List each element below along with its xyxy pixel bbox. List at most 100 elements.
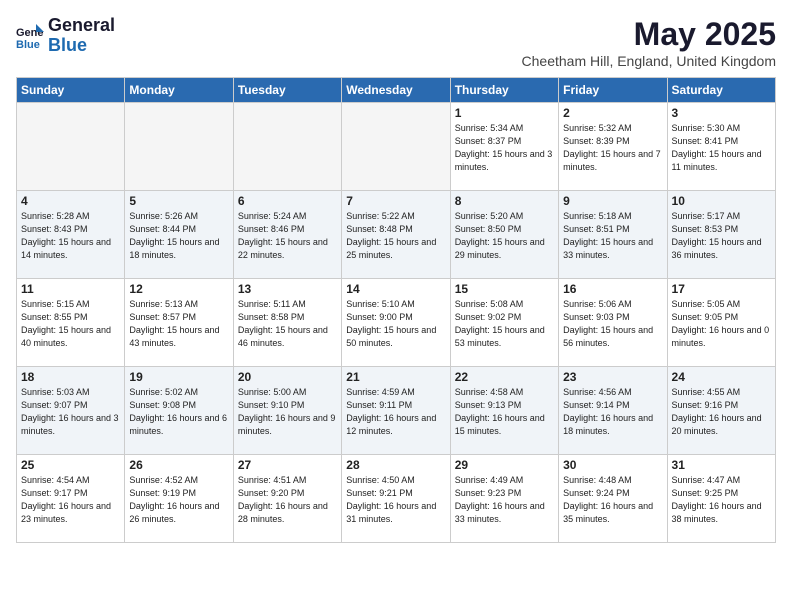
- day-number: 24: [672, 370, 771, 384]
- day-number: 13: [238, 282, 337, 296]
- calendar-day: 12 Sunrise: 5:13 AM Sunset: 8:57 PM Dayli…: [125, 279, 233, 367]
- day-info: Sunrise: 5:26 AM Sunset: 8:44 PM Dayligh…: [129, 210, 228, 262]
- day-info: Sunrise: 5:24 AM Sunset: 8:46 PM Dayligh…: [238, 210, 337, 262]
- calendar-day: 28Sunrise: 4:50 AM Sunset: 9:21 PM Dayli…: [342, 455, 450, 543]
- day-info: Sunrise: 5:06 AM Sunset: 9:03 PM Dayligh…: [563, 298, 662, 350]
- calendar-day: 23 Sunrise: 4:56 AM Sunset: 9:14 PM Dayli…: [559, 367, 667, 455]
- calendar-day: 13 Sunrise: 5:11 AM Sunset: 8:58 PM Dayli…: [233, 279, 341, 367]
- weekday-header: Thursday: [450, 78, 558, 103]
- calendar-day: 8 Sunrise: 5:20 AM Sunset: 8:50 PM Daylig…: [450, 191, 558, 279]
- day-info: Sunrise: 4:52 AM Sunset: 9:19 PM Dayligh…: [129, 474, 228, 526]
- calendar-day: 18Sunrise: 5:03 AM Sunset: 9:07 PM Dayli…: [17, 367, 125, 455]
- calendar-week-row: 1 Sunrise: 5:34 AM Sunset: 8:37 PM Daylig…: [17, 103, 776, 191]
- calendar-day: 9Sunrise: 5:18 AM Sunset: 8:51 PM Daylig…: [559, 191, 667, 279]
- day-info: Sunrise: 4:49 AM Sunset: 9:23 PM Dayligh…: [455, 474, 554, 526]
- day-info: Sunrise: 5:22 AM Sunset: 8:48 PM Dayligh…: [346, 210, 445, 262]
- day-info: Sunrise: 5:30 AM Sunset: 8:41 PM Dayligh…: [672, 122, 771, 174]
- day-info: Sunrise: 5:05 AM Sunset: 9:05 PM Dayligh…: [672, 298, 771, 350]
- day-number: 23: [563, 370, 662, 384]
- day-info: Sunrise: 4:48 AM Sunset: 9:24 PM Dayligh…: [563, 474, 662, 526]
- day-info: Sunrise: 5:10 AM Sunset: 9:00 PM Dayligh…: [346, 298, 445, 350]
- weekday-header: Tuesday: [233, 78, 341, 103]
- day-number: 25: [21, 458, 120, 472]
- calendar-week-row: 25Sunrise: 4:54 AM Sunset: 9:17 PM Dayli…: [17, 455, 776, 543]
- day-info: Sunrise: 5:32 AM Sunset: 8:39 PM Dayligh…: [563, 122, 662, 174]
- day-info: Sunrise: 5:20 AM Sunset: 8:50 PM Dayligh…: [455, 210, 554, 262]
- day-number: 21: [346, 370, 445, 384]
- calendar-day: [125, 103, 233, 191]
- weekday-header-row: SundayMondayTuesdayWednesdayThursdayFrid…: [17, 78, 776, 103]
- day-number: 16: [563, 282, 662, 296]
- month-title: May 2025: [522, 16, 776, 53]
- day-number: 11: [21, 282, 120, 296]
- day-number: 19: [129, 370, 228, 384]
- calendar-day: 16 Sunrise: 5:06 AM Sunset: 9:03 PM Dayli…: [559, 279, 667, 367]
- day-number: 7: [346, 194, 445, 208]
- calendar-day: 3 Sunrise: 5:30 AM Sunset: 8:41 PM Daylig…: [667, 103, 775, 191]
- calendar-day: 25Sunrise: 4:54 AM Sunset: 9:17 PM Dayli…: [17, 455, 125, 543]
- day-info: Sunrise: 5:11 AM Sunset: 8:58 PM Dayligh…: [238, 298, 337, 350]
- calendar-day: 15 Sunrise: 5:08 AM Sunset: 9:02 PM Dayli…: [450, 279, 558, 367]
- calendar-day: 4Sunrise: 5:28 AM Sunset: 8:43 PM Daylig…: [17, 191, 125, 279]
- weekday-header: Sunday: [17, 78, 125, 103]
- page-header: General Blue General Blue May 2025 Cheet…: [16, 16, 776, 69]
- calendar-day: 11 Sunrise: 5:15 AM Sunset: 8:55 PM Dayli…: [17, 279, 125, 367]
- day-info: Sunrise: 5:13 AM Sunset: 8:57 PM Dayligh…: [129, 298, 228, 350]
- day-info: Sunrise: 5:28 AM Sunset: 8:43 PM Dayligh…: [21, 210, 120, 262]
- calendar-day: 24 Sunrise: 4:55 AM Sunset: 9:16 PM Dayli…: [667, 367, 775, 455]
- day-info: Sunrise: 4:55 AM Sunset: 9:16 PM Dayligh…: [672, 386, 771, 438]
- day-info: Sunrise: 5:03 AM Sunset: 9:07 PM Dayligh…: [21, 386, 120, 438]
- day-number: 12: [129, 282, 228, 296]
- day-number: 26: [129, 458, 228, 472]
- day-number: 9: [563, 194, 662, 208]
- day-info: Sunrise: 5:00 AM Sunset: 9:10 PM Dayligh…: [238, 386, 337, 438]
- weekday-header: Monday: [125, 78, 233, 103]
- calendar-day: 31Sunrise: 4:47 AM Sunset: 9:25 PM Dayli…: [667, 455, 775, 543]
- day-info: Sunrise: 5:17 AM Sunset: 8:53 PM Dayligh…: [672, 210, 771, 262]
- calendar-day: [17, 103, 125, 191]
- day-number: 6: [238, 194, 337, 208]
- calendar: SundayMondayTuesdayWednesdayThursdayFrid…: [16, 77, 776, 543]
- day-info: Sunrise: 5:34 AM Sunset: 8:37 PM Dayligh…: [455, 122, 554, 174]
- location: Cheetham Hill, England, United Kingdom: [522, 53, 776, 69]
- calendar-day: 17 Sunrise: 5:05 AM Sunset: 9:05 PM Dayli…: [667, 279, 775, 367]
- calendar-day: 7 Sunrise: 5:22 AM Sunset: 8:48 PM Daylig…: [342, 191, 450, 279]
- calendar-day: 21 Sunrise: 4:59 AM Sunset: 9:11 PM Dayli…: [342, 367, 450, 455]
- day-number: 15: [455, 282, 554, 296]
- title-block: May 2025 Cheetham Hill, England, United …: [522, 16, 776, 69]
- logo-icon: General Blue: [16, 22, 44, 50]
- calendar-day: 5 Sunrise: 5:26 AM Sunset: 8:44 PM Daylig…: [125, 191, 233, 279]
- day-info: Sunrise: 4:56 AM Sunset: 9:14 PM Dayligh…: [563, 386, 662, 438]
- day-info: Sunrise: 5:02 AM Sunset: 9:08 PM Dayligh…: [129, 386, 228, 438]
- day-number: 17: [672, 282, 771, 296]
- calendar-day: [342, 103, 450, 191]
- calendar-day: 27 Sunrise: 4:51 AM Sunset: 9:20 PM Dayli…: [233, 455, 341, 543]
- calendar-day: 14Sunrise: 5:10 AM Sunset: 9:00 PM Dayli…: [342, 279, 450, 367]
- day-number: 27: [238, 458, 337, 472]
- day-number: 30: [563, 458, 662, 472]
- calendar-week-row: 18Sunrise: 5:03 AM Sunset: 9:07 PM Dayli…: [17, 367, 776, 455]
- day-info: Sunrise: 4:59 AM Sunset: 9:11 PM Dayligh…: [346, 386, 445, 438]
- calendar-day: 20 Sunrise: 5:00 AM Sunset: 9:10 PM Dayli…: [233, 367, 341, 455]
- logo: General Blue General Blue: [16, 16, 115, 56]
- calendar-day: 22 Sunrise: 4:58 AM Sunset: 9:13 PM Dayli…: [450, 367, 558, 455]
- day-number: 5: [129, 194, 228, 208]
- day-number: 29: [455, 458, 554, 472]
- day-number: 8: [455, 194, 554, 208]
- calendar-day: 29 Sunrise: 4:49 AM Sunset: 9:23 PM Dayli…: [450, 455, 558, 543]
- day-number: 20: [238, 370, 337, 384]
- day-info: Sunrise: 4:51 AM Sunset: 9:20 PM Dayligh…: [238, 474, 337, 526]
- day-info: Sunrise: 4:58 AM Sunset: 9:13 PM Dayligh…: [455, 386, 554, 438]
- day-info: Sunrise: 5:15 AM Sunset: 8:55 PM Dayligh…: [21, 298, 120, 350]
- calendar-week-row: 11 Sunrise: 5:15 AM Sunset: 8:55 PM Dayli…: [17, 279, 776, 367]
- logo-general: General: [48, 16, 115, 36]
- day-info: Sunrise: 4:50 AM Sunset: 9:21 PM Dayligh…: [346, 474, 445, 526]
- day-number: 3: [672, 106, 771, 120]
- calendar-day: 19 Sunrise: 5:02 AM Sunset: 9:08 PM Dayli…: [125, 367, 233, 455]
- day-info: Sunrise: 5:08 AM Sunset: 9:02 PM Dayligh…: [455, 298, 554, 350]
- weekday-header: Saturday: [667, 78, 775, 103]
- calendar-day: 2Sunrise: 5:32 AM Sunset: 8:39 PM Daylig…: [559, 103, 667, 191]
- day-number: 22: [455, 370, 554, 384]
- day-number: 1: [455, 106, 554, 120]
- calendar-day: 6 Sunrise: 5:24 AM Sunset: 8:46 PM Daylig…: [233, 191, 341, 279]
